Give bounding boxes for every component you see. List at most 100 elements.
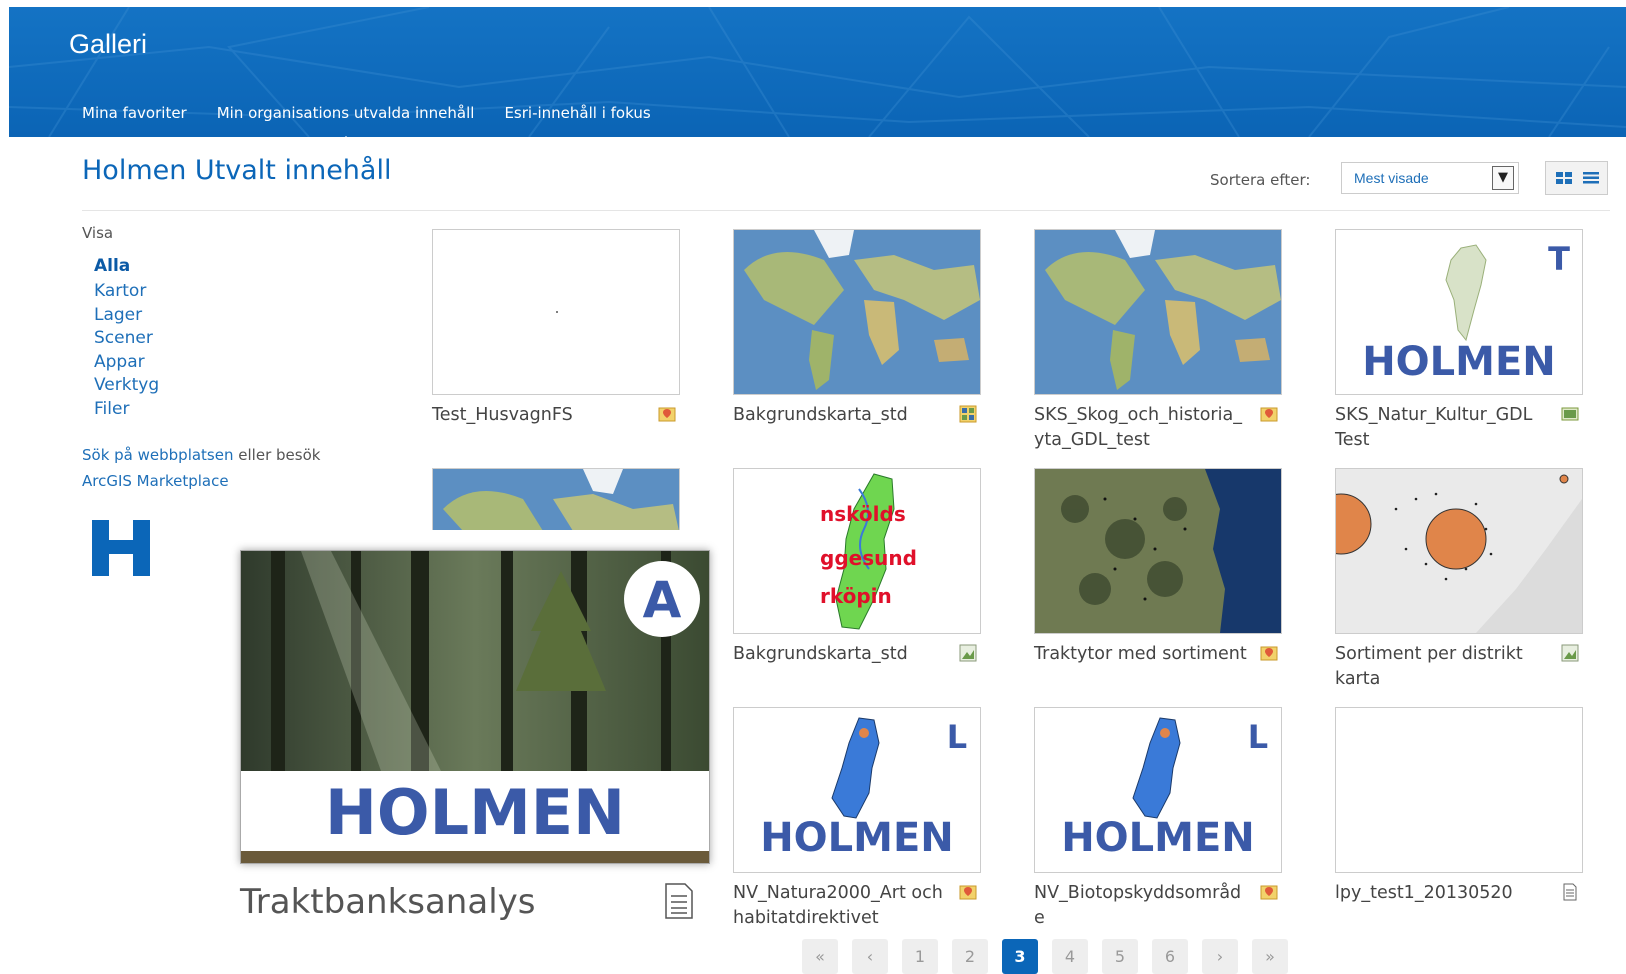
card-title[interactable]: Bakgrundskarta_std <box>733 642 948 667</box>
list-view-icon[interactable] <box>1581 168 1601 188</box>
card-thumbnail[interactable]: nskölds ggesund rköpin <box>733 468 981 634</box>
map-pin-icon <box>959 885 977 900</box>
map-image-icon <box>1561 644 1579 662</box>
card-badge: L <box>1248 718 1268 756</box>
card-title[interactable]: NV_Biotopskyddsområde <box>1034 881 1249 931</box>
holmen-h-logo <box>92 520 150 576</box>
card-thumbnail[interactable] <box>1335 707 1583 873</box>
gallery-header: Galleri Mina favoriter Min organisations… <box>9 7 1626 137</box>
sort-label: Sortera efter: <box>1210 171 1311 189</box>
marketplace-link[interactable]: ArcGIS Marketplace <box>82 472 229 490</box>
page-4[interactable]: 4 <box>1052 939 1088 974</box>
page-prev[interactable]: ‹ <box>852 939 888 974</box>
map-label: ggesund <box>820 546 917 570</box>
page-2[interactable]: 2 <box>952 939 988 974</box>
card-thumbnail[interactable]: L HOLMEN <box>1034 707 1282 873</box>
holmen-layer-thumbnail: L HOLMEN <box>760 717 967 861</box>
card-title[interactable]: Traktytor med sortiment <box>1034 642 1249 667</box>
filter-scenes[interactable]: Scener <box>94 327 159 351</box>
gallery-card <box>432 468 680 530</box>
search-site-link[interactable]: Sök på webbplatsen <box>82 446 234 464</box>
card-title[interactable]: Bakgrundskarta_std <box>733 403 948 428</box>
pagination: « ‹ 1 2 3 4 5 6 › » <box>802 939 1302 974</box>
filter-list: Alla Kartor Lager Scener Appar Verktyg F… <box>94 252 159 421</box>
card-thumbnail[interactable] <box>432 468 680 530</box>
gallery-card: lpy_test1_20130520 <box>1335 707 1583 903</box>
map-image-icon <box>959 644 977 662</box>
card-thumbnail[interactable]: L HOLMEN <box>733 707 981 873</box>
page-title: Holmen Utvalt innehåll <box>82 155 392 186</box>
gallery-card: Bakgrundskarta_std <box>733 229 981 425</box>
filter-maps[interactable]: Kartor <box>94 280 159 304</box>
card-thumbnail[interactable]: A HOLMEN <box>240 550 710 864</box>
search-note-text: eller besök <box>238 446 321 464</box>
search-note: Sök på webbplatsen eller besök ArcGIS Ma… <box>82 442 372 494</box>
hovered-card: A HOLMEN Traktbanksanalys <box>240 550 710 922</box>
page-5[interactable]: 5 <box>1102 939 1138 974</box>
page-1[interactable]: 1 <box>902 939 938 974</box>
sort-select-value: Mest visade <box>1354 170 1429 186</box>
tab-my-favorites[interactable]: Mina favoriter <box>82 104 187 122</box>
gallery-card: L HOLMEN NV_Biotopskyddsområde <box>1034 707 1282 928</box>
map-pin-icon <box>658 407 676 422</box>
card-title[interactable]: SKS_Skog_och_historia_yta_GDL_test <box>1034 403 1249 453</box>
card-title[interactable]: SKS_Natur_Kultur_GDL Test <box>1335 403 1550 453</box>
holmen-layer-thumbnail: L HOLMEN <box>1061 717 1268 861</box>
gallery-card: SKS_Skog_och_historia_yta_GDL_test <box>1034 229 1282 450</box>
world-map-thumbnail <box>734 230 980 394</box>
document-icon <box>1563 883 1577 901</box>
filter-files[interactable]: Filer <box>94 398 159 422</box>
filter-heading: Visa <box>82 224 114 242</box>
map-label: rköpin <box>820 584 892 608</box>
card-title[interactable]: Sortiment per distrikt karta <box>1335 642 1550 692</box>
page-next[interactable]: › <box>1202 939 1238 974</box>
card-thumbnail[interactable] <box>432 229 680 395</box>
sort-select[interactable]: Mest visade ▼ <box>1341 162 1519 194</box>
card-thumbnail[interactable]: T HOLMEN <box>1335 229 1583 395</box>
gallery-tabs: Mina favoriter Min organisations utvalda… <box>82 104 681 137</box>
holmen-wordmark: HOLMEN <box>325 776 625 849</box>
chevron-down-icon[interactable]: ▼ <box>1492 166 1514 190</box>
card-thumbnail[interactable] <box>1034 229 1282 395</box>
card-thumbnail[interactable] <box>1034 468 1282 634</box>
card-thumbnail[interactable] <box>1335 468 1583 634</box>
filter-tools[interactable]: Verktyg <box>94 374 159 398</box>
holmen-app-thumbnail: T HOLMEN <box>1362 240 1570 385</box>
map-pin-icon <box>1260 646 1278 661</box>
tab-esri-featured[interactable]: Esri-innehåll i fokus <box>504 104 650 122</box>
page-first[interactable]: « <box>802 939 838 974</box>
gallery-card: nskölds ggesund rköpin Bakgrundskarta_st… <box>733 468 981 664</box>
header-divider <box>82 210 1610 211</box>
sweden-map-thumbnail: nskölds ggesund rköpin <box>820 473 917 630</box>
district-map-thumbnail <box>1336 469 1582 633</box>
gallery-card: Test_HusvagnFS <box>432 229 680 425</box>
filter-apps[interactable]: Appar <box>94 351 159 375</box>
card-title[interactable]: Test_HusvagnFS <box>432 403 647 428</box>
holmen-wordmark: HOLMEN <box>1362 339 1556 385</box>
card-title[interactable]: NV_Natura2000_Art och habitatdirektivet <box>733 881 948 931</box>
card-title[interactable]: lpy_test1_20130520 <box>1335 881 1550 906</box>
card-badge: A <box>643 571 682 629</box>
filter-all[interactable]: Alla <box>94 252 159 280</box>
gallery-card: L HOLMEN NV_Natura2000_Art och habitatdi… <box>733 707 981 928</box>
card-title[interactable]: Traktbanksanalys <box>240 882 535 922</box>
page-3[interactable]: 3 <box>1002 939 1038 974</box>
document-icon <box>665 883 693 919</box>
tab-org-featured[interactable]: Min organisations utvalda innehåll <box>217 104 474 137</box>
forest-thumbnail: A HOLMEN <box>241 551 709 863</box>
card-thumbnail[interactable] <box>733 229 981 395</box>
map-pin-icon <box>1260 407 1278 422</box>
holmen-wordmark: HOLMEN <box>760 815 954 861</box>
grid-view-icon[interactable] <box>1554 168 1574 188</box>
map-label: nskölds <box>820 502 906 526</box>
satellite-thumbnail <box>1035 469 1281 633</box>
view-toggle <box>1545 161 1608 195</box>
app-icon <box>1561 407 1579 421</box>
filter-layers[interactable]: Lager <box>94 304 159 328</box>
holmen-wordmark: HOLMEN <box>1061 815 1255 861</box>
page-last[interactable]: » <box>1252 939 1288 974</box>
card-badge: T <box>1548 240 1570 278</box>
page-6[interactable]: 6 <box>1152 939 1188 974</box>
gallery-card: Sortiment per distrikt karta <box>1335 468 1583 689</box>
map-pin-icon <box>1260 885 1278 900</box>
